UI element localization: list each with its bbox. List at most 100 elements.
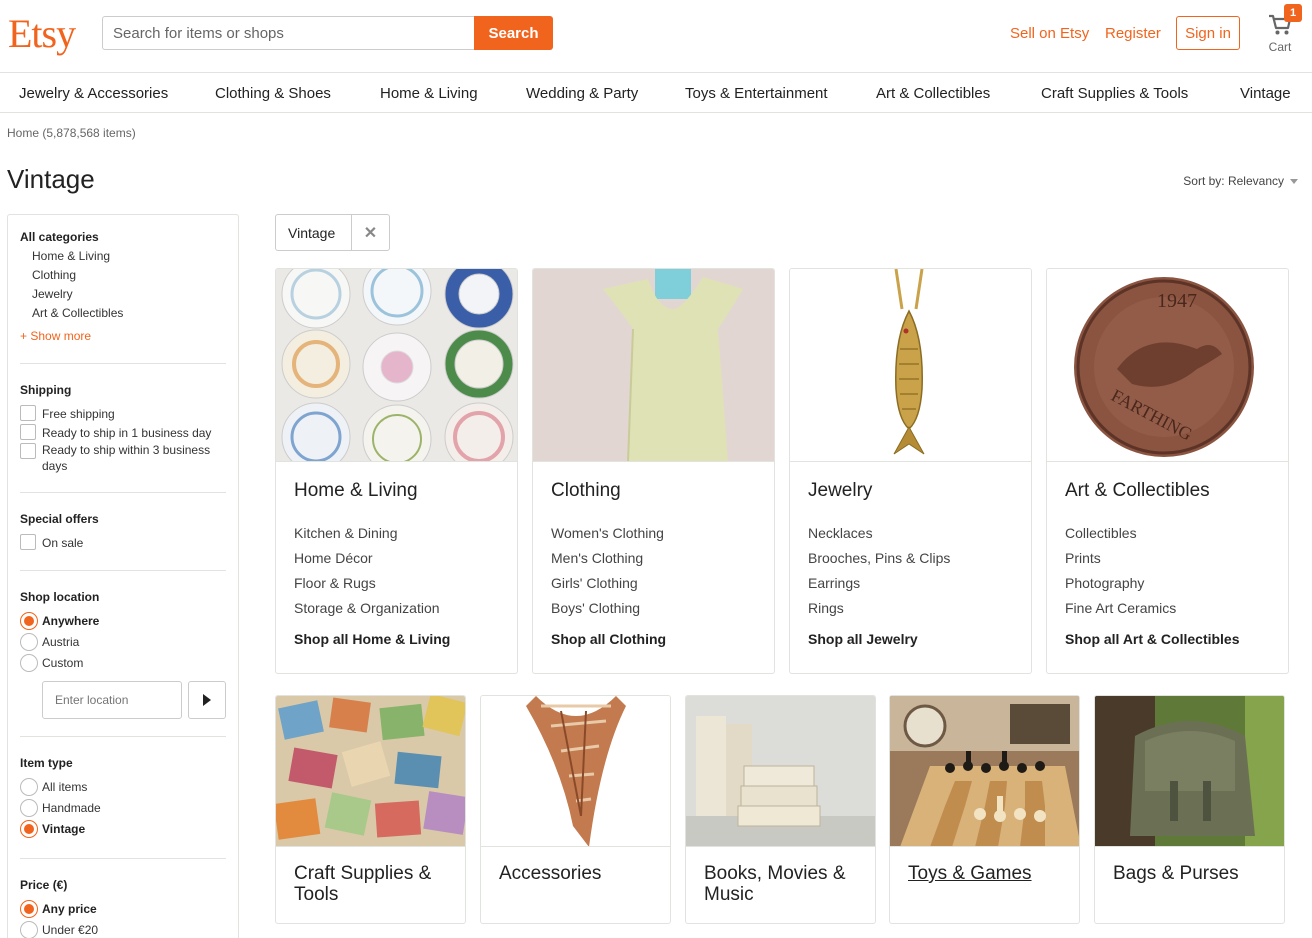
shop-all-link[interactable]: Shop all Jewelry xyxy=(808,631,918,647)
sidebar-category-home-living[interactable]: Home & Living xyxy=(32,249,110,263)
nav-item-clothing-shoes[interactable]: Clothing & Shoes xyxy=(215,85,331,102)
card-title[interactable]: Clothing xyxy=(551,480,621,501)
all-categories-heading[interactable]: All categories xyxy=(20,230,99,244)
card-link[interactable]: Women's Clothing xyxy=(551,525,664,541)
category-card-home-living[interactable]: Home & Living Kitchen & Dining Home Déco… xyxy=(275,268,518,674)
category-card-jewelry[interactable]: Jewelry Necklaces Brooches, Pins & Clips… xyxy=(789,268,1032,674)
search-button[interactable]: Search xyxy=(474,16,553,50)
category-card-books-movies-music[interactable]: Books, Movies & Music xyxy=(685,695,876,924)
sort-dropdown[interactable]: Sort by: Relevancy xyxy=(1183,174,1298,188)
register-link[interactable]: Register xyxy=(1105,25,1161,42)
nav-item-toys-entertainment[interactable]: Toys & Entertainment xyxy=(685,85,828,102)
card-title[interactable]: Jewelry xyxy=(808,480,872,501)
card-title[interactable]: Art & Collectibles xyxy=(1065,480,1210,501)
austria-radio[interactable] xyxy=(20,633,38,651)
card-title-line-2[interactable]: Tools xyxy=(294,884,338,905)
card-link[interactable]: Rings xyxy=(808,600,844,616)
nav-item-jewelry-accessories[interactable]: Jewelry & Accessories xyxy=(19,85,168,102)
card-link[interactable]: Floor & Rugs xyxy=(294,575,376,591)
cart-button[interactable]: 1 Cart xyxy=(1262,4,1302,60)
shop-all-link[interactable]: Shop all Art & Collectibles xyxy=(1065,631,1240,647)
category-card-art-collectibles[interactable]: 1947 FARTHING Art & Collectibles Collect… xyxy=(1046,268,1289,674)
card-image xyxy=(276,269,517,462)
shop-location-heading: Shop location xyxy=(20,590,100,604)
cart-label: Cart xyxy=(1268,40,1292,54)
card-link[interactable]: Men's Clothing xyxy=(551,550,643,566)
handmade-label[interactable]: Handmade xyxy=(42,800,228,816)
custom-location-label[interactable]: Custom xyxy=(42,655,228,671)
divider xyxy=(20,492,226,493)
card-link[interactable]: Photography xyxy=(1065,575,1144,591)
nav-item-craft-supplies[interactable]: Craft Supplies & Tools xyxy=(1041,85,1188,102)
ship-3-days-checkbox[interactable] xyxy=(20,443,36,459)
all-items-radio[interactable] xyxy=(20,778,38,796)
location-input[interactable] xyxy=(42,681,182,719)
shop-all-link[interactable]: Shop all Clothing xyxy=(551,631,666,647)
card-title-line-1[interactable]: Craft Supplies & xyxy=(294,863,431,884)
card-link[interactable]: Storage & Organization xyxy=(294,600,440,616)
under-20-radio[interactable] xyxy=(20,921,38,938)
sign-in-button[interactable]: Sign in xyxy=(1176,16,1240,50)
on-sale-checkbox[interactable] xyxy=(20,534,36,550)
card-image xyxy=(686,696,875,847)
anywhere-label[interactable]: Anywhere xyxy=(42,613,228,629)
card-link[interactable]: Collectibles xyxy=(1065,525,1137,541)
free-shipping-label[interactable]: Free shipping xyxy=(42,406,228,422)
card-link[interactable]: Boys' Clothing xyxy=(551,600,640,616)
etsy-logo[interactable]: Etsy xyxy=(8,10,76,57)
breadcrumb[interactable]: Home (5,878,568 items) xyxy=(7,126,136,140)
category-card-clothing[interactable]: Clothing Women's Clothing Men's Clothing… xyxy=(532,268,775,674)
sell-on-etsy-link[interactable]: Sell on Etsy xyxy=(1010,25,1089,42)
free-shipping-checkbox[interactable] xyxy=(20,405,36,421)
card-title-line-1[interactable]: Toys & Games xyxy=(908,863,1032,884)
ship-1-day-checkbox[interactable] xyxy=(20,424,36,440)
nav-item-vintage[interactable]: Vintage xyxy=(1240,85,1291,102)
sidebar-category-clothing[interactable]: Clothing xyxy=(32,268,76,282)
any-price-label[interactable]: Any price xyxy=(42,901,228,917)
show-more-link[interactable]: + Show more xyxy=(20,329,91,343)
sidebar-category-art-collectibles[interactable]: Art & Collectibles xyxy=(32,306,123,320)
vintage-label[interactable]: Vintage xyxy=(42,821,228,837)
austria-label[interactable]: Austria xyxy=(42,634,228,650)
nav-item-wedding-party[interactable]: Wedding & Party xyxy=(526,85,638,102)
card-link[interactable]: Earrings xyxy=(808,575,860,591)
vintage-radio[interactable] xyxy=(20,820,38,838)
card-title-line-2[interactable]: Music xyxy=(704,884,754,905)
nav-item-home-living[interactable]: Home & Living xyxy=(380,85,478,102)
any-price-radio[interactable] xyxy=(20,900,38,918)
card-link[interactable]: Fine Art Ceramics xyxy=(1065,600,1176,616)
ship-3-days-label[interactable]: Ready to ship within 3 business days xyxy=(42,442,228,474)
ship-1-day-label[interactable]: Ready to ship in 1 business day xyxy=(42,425,228,441)
card-title-line-1[interactable]: Bags & Purses xyxy=(1113,863,1239,884)
card-link[interactable]: Girls' Clothing xyxy=(551,575,638,591)
card-image xyxy=(276,696,465,847)
shop-all-link[interactable]: Shop all Home & Living xyxy=(294,631,450,647)
nav-item-art-collectibles[interactable]: Art & Collectibles xyxy=(876,85,990,102)
category-card-craft-supplies[interactable]: Craft Supplies & Tools xyxy=(275,695,466,924)
category-card-bags-purses[interactable]: Bags & Purses xyxy=(1094,695,1285,924)
category-card-toys-games[interactable]: Toys & Games xyxy=(889,695,1080,924)
anywhere-radio[interactable] xyxy=(20,612,38,630)
category-card-accessories[interactable]: Accessories xyxy=(480,695,671,924)
card-image xyxy=(1095,696,1284,847)
card-link[interactable]: Prints xyxy=(1065,550,1101,566)
card-title-line-1[interactable]: Books, Movies & xyxy=(704,863,846,884)
card-title-line-1[interactable]: Accessories xyxy=(499,863,601,884)
handmade-radio[interactable] xyxy=(20,799,38,817)
plates-image xyxy=(276,269,517,461)
card-link[interactable]: Home Décor xyxy=(294,550,373,566)
card-link[interactable]: Necklaces xyxy=(808,525,873,541)
filter-tag-label: Vintage xyxy=(276,215,352,250)
card-link[interactable]: Brooches, Pins & Clips xyxy=(808,550,950,566)
custom-location-radio[interactable] xyxy=(20,654,38,672)
on-sale-label[interactable]: On sale xyxy=(42,535,228,551)
under-20-label[interactable]: Under €20 xyxy=(42,922,228,938)
card-link[interactable]: Kitchen & Dining xyxy=(294,525,398,541)
sidebar-category-jewelry[interactable]: Jewelry xyxy=(32,287,73,301)
location-submit-button[interactable] xyxy=(188,681,226,719)
card-image xyxy=(481,696,670,847)
card-title[interactable]: Home & Living xyxy=(294,480,418,501)
all-items-label[interactable]: All items xyxy=(42,779,228,795)
close-icon[interactable]: ✕ xyxy=(352,215,389,250)
search-input[interactable] xyxy=(102,16,475,50)
